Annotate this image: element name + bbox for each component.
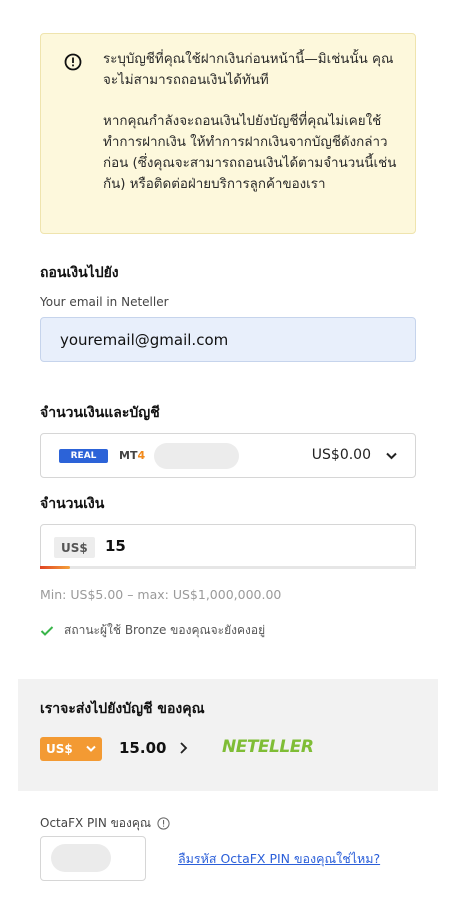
email-field[interactable]: youremail@gmail.com (40, 317, 416, 362)
forgot-pin-link[interactable]: ลืมรหัส OctaFX PIN ของคุณใช่ไหม? (178, 849, 380, 869)
summary-title: เราจะส่งไปยังบัญชี ของคุณ (40, 701, 205, 717)
currency-tag: US$ (54, 537, 95, 558)
pin-redacted (51, 844, 111, 872)
account-balance: US$0.00 (311, 447, 371, 463)
chevron-down-icon (86, 745, 96, 752)
notice-text-secondary: หากคุณกำลังจะถอนเงินไปยังบัญชีที่คุณไม่เ… (103, 114, 397, 192)
currency-select-label: US$ (46, 742, 73, 756)
check-icon (40, 625, 54, 636)
status-text: สถานะผู้ใช้ Bronze ของคุณจะยังคงอยู่ (64, 623, 266, 637)
amount-limits: Min: US$5.00 – max: US$1,000,000.00 (40, 587, 282, 602)
real-account-badge: REAL (59, 449, 108, 463)
account-select[interactable]: REAL MT4 US$0.00 (40, 433, 416, 478)
email-value: youremail@gmail.com (60, 330, 229, 349)
neteller-logo: NETELLER (222, 737, 314, 757)
exclamation-circle-icon (64, 53, 82, 71)
info-icon[interactable] (157, 817, 170, 830)
warning-notice: ระบุบัญชีที่คุณใช้ฝากเงินก่อนหน้านี้—มิเ… (40, 33, 416, 234)
status-note: สถานะผู้ใช้ Bronze ของคุณจะยังคงอยู่ (40, 621, 265, 640)
amount-input[interactable]: US$ 15 (40, 524, 416, 569)
amount-progress-bar (40, 566, 416, 569)
amount-section-title: จำนวนเงิน (40, 496, 105, 512)
chevron-down-icon (386, 452, 397, 460)
amount-value: 15 (105, 537, 126, 555)
notice-text-primary: ระบุบัญชีที่คุณใช้ฝากเงินก่อนหน้านี้—มิเ… (103, 52, 394, 88)
pin-label: OctaFX PIN ของคุณ (40, 814, 170, 833)
account-section-title: จำนวนเงินและบัญชี (40, 405, 160, 421)
account-number-redacted (154, 443, 239, 469)
platform-label: MT4 (119, 449, 146, 462)
transfer-summary: เราจะส่งไปยังบัญชี ของคุณ US$ 15.00 NETE… (18, 679, 438, 791)
currency-select[interactable]: US$ (40, 737, 102, 761)
amount-progress-fill (40, 566, 71, 569)
withdraw-to-title: ถอนเงินไปยัง (40, 265, 119, 281)
email-label: Your email in Neteller (40, 295, 169, 309)
summary-amount: 15.00 (119, 739, 167, 757)
chevron-right-icon (180, 742, 188, 754)
pin-input[interactable] (40, 836, 146, 881)
